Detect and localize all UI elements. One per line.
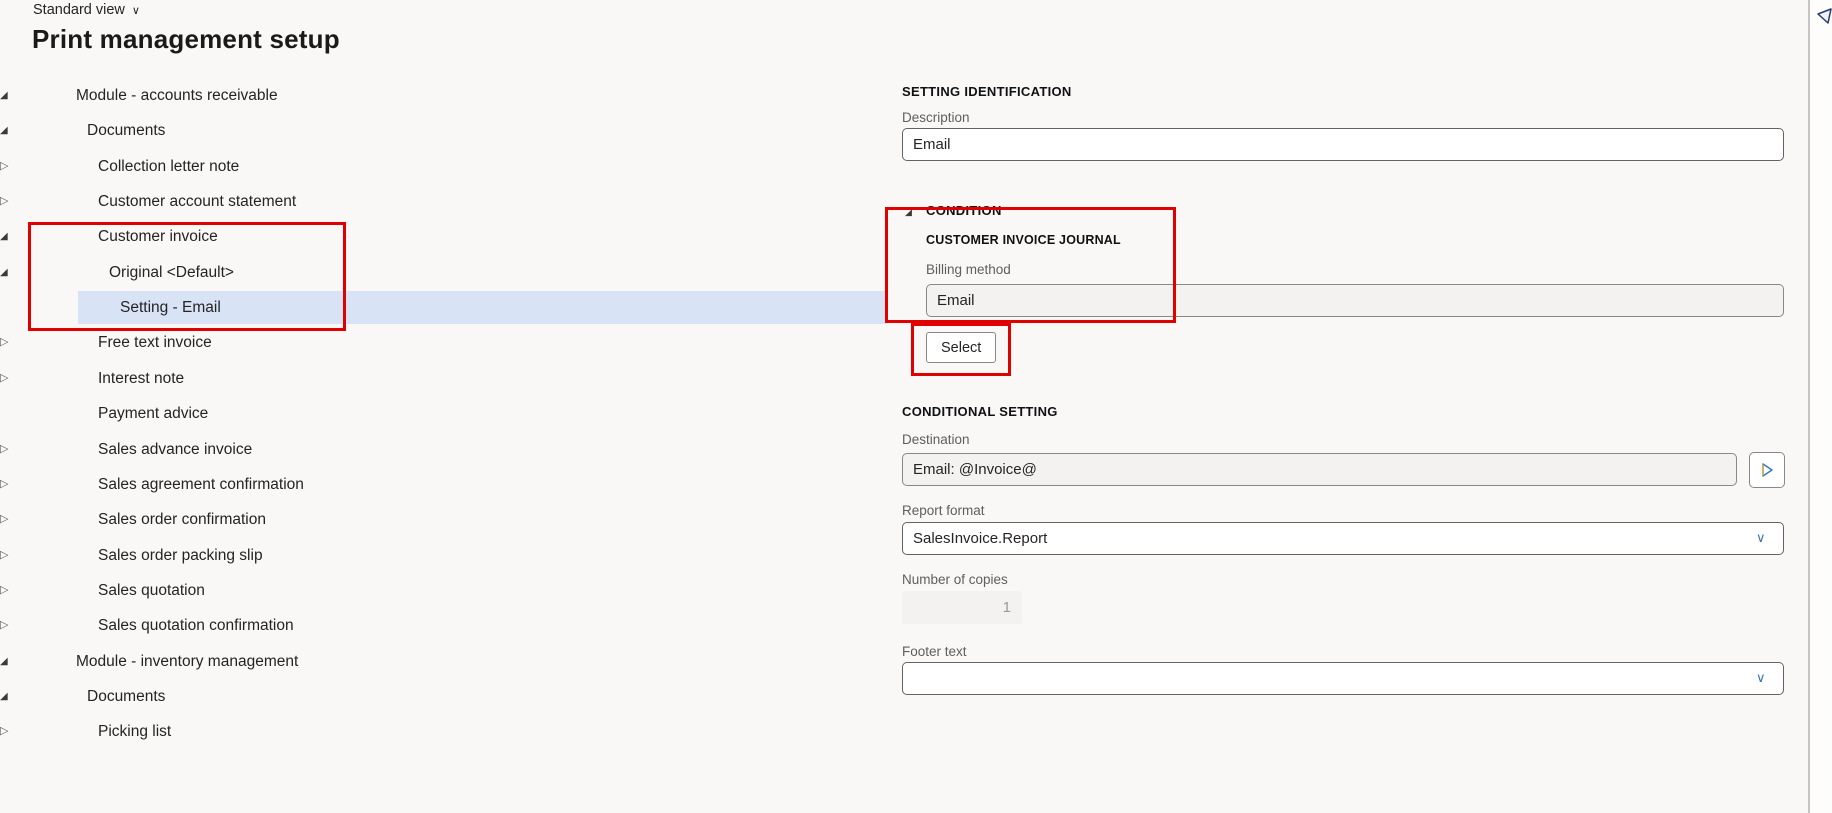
tree-collapsed-icon[interactable]: ▷ <box>0 539 8 572</box>
tree-collapsed-icon[interactable]: ▷ <box>0 609 8 642</box>
tree-item-label: Module - inventory management <box>76 653 299 670</box>
billing-method-input[interactable] <box>926 284 1784 317</box>
billing-method-label: Billing method <box>926 262 1011 277</box>
tree-collapsed-icon[interactable]: ▷ <box>0 326 8 359</box>
tree-collapsed-icon[interactable]: ▷ <box>0 468 8 501</box>
tree-item-sales-quotation-confirmation[interactable]: ▷ Sales quotation confirmation <box>0 609 888 642</box>
destination-settings-button[interactable] <box>1749 452 1785 488</box>
tree-item-module-inventory-management[interactable]: ◢ Module - inventory management <box>0 645 888 678</box>
tree-item-documents[interactable]: ◢ Documents <box>0 114 888 147</box>
destination-label: Destination <box>902 432 970 447</box>
tree-expanded-icon[interactable]: ◢ <box>0 645 8 678</box>
number-of-copies-input[interactable] <box>902 591 1022 624</box>
customer-invoice-journal-header: CUSTOMER INVOICE JOURNAL <box>926 233 1121 247</box>
tree-item-label: Sales quotation confirmation <box>98 617 294 634</box>
tree-collapsed-icon[interactable]: ▷ <box>0 185 8 218</box>
destination-input[interactable] <box>902 453 1737 486</box>
tree-item-label: Customer account statement <box>98 193 297 210</box>
tree-item-label: Documents <box>87 122 166 139</box>
description-input[interactable] <box>902 128 1784 161</box>
tree-item-documents[interactable]: ◢ Documents <box>0 680 888 713</box>
tree-item-label: Sales order confirmation <box>98 511 266 528</box>
tree-item-label: Sales advance invoice <box>98 441 253 458</box>
tree-expanded-icon[interactable]: ◢ <box>0 680 8 713</box>
tree-item-picking-list[interactable]: ▷ Picking list <box>0 715 888 748</box>
tree-collapsed-icon[interactable]: ▷ <box>0 503 8 536</box>
tree-item-label: Setting - Email <box>120 299 221 316</box>
tree-item-label: Module - accounts receivable <box>76 87 278 104</box>
tree-collapsed-icon[interactable]: ▷ <box>0 433 8 466</box>
report-format-label: Report format <box>902 503 985 518</box>
tree-item-label: Customer invoice <box>98 228 218 245</box>
conditional-setting-header: CONDITIONAL SETTING <box>902 404 1058 419</box>
tree-item-label: Sales quotation <box>98 582 205 599</box>
tree-item-payment-advice[interactable]: Payment advice <box>0 397 888 430</box>
tree-item-label: Sales order packing slip <box>98 547 263 564</box>
tree-item-label: Free text invoice <box>98 334 212 351</box>
setting-identification-header: SETTING IDENTIFICATION <box>902 84 1072 99</box>
print-management-setup-page: Standard view ∨ Print management setup ◢ … <box>0 0 1832 813</box>
tree-item-sales-order-packing-slip[interactable]: ▷ Sales order packing slip <box>0 539 888 572</box>
select-button[interactable]: Select <box>926 332 997 363</box>
tree-item-module-accounts-receivable[interactable]: ◢ Module - accounts receivable <box>0 79 888 112</box>
tree-item-label: Original <Default> <box>109 264 234 281</box>
mouse-cursor-icon <box>1817 8 1832 24</box>
tree-item-interest-note[interactable]: ▷ Interest note <box>0 362 888 395</box>
description-label: Description <box>902 110 970 125</box>
tree-item-label: Payment advice <box>98 405 209 422</box>
number-of-copies-label: Number of copies <box>902 572 1008 587</box>
tree-item-label: Interest note <box>98 370 185 387</box>
footer-text-label: Footer text <box>902 644 967 659</box>
right-gutter <box>1810 0 1832 813</box>
tree-item-free-text-invoice[interactable]: ▷ Free text invoice <box>0 326 888 359</box>
print-management-tree: ◢ Module - accounts receivable ◢ Documen… <box>0 0 888 813</box>
tree-collapsed-icon[interactable]: ▷ <box>0 574 8 607</box>
tree-item-collection-letter-note[interactable]: ▷ Collection letter note <box>0 150 888 183</box>
tree-item-label: Collection letter note <box>98 158 240 175</box>
tree-expanded-icon[interactable]: ◢ <box>0 256 8 289</box>
footer-text-combobox[interactable] <box>902 662 1784 695</box>
tree-item-sales-agreement-confirmation[interactable]: ▷ Sales agreement confirmation <box>0 468 888 501</box>
tree-item-customer-account-statement[interactable]: ▷ Customer account statement <box>0 185 888 218</box>
condition-header[interactable]: CONDITION <box>926 203 1002 218</box>
tree-item-label: Documents <box>87 688 166 705</box>
tree-item-label: Picking list <box>98 723 172 740</box>
tree-expanded-icon[interactable]: ◢ <box>0 79 8 112</box>
tree-expanded-icon[interactable]: ◢ <box>0 114 8 147</box>
tree-expanded-icon[interactable]: ◢ <box>0 220 8 253</box>
tree-collapsed-icon[interactable]: ▷ <box>0 150 8 183</box>
tree-collapsed-icon[interactable]: ▷ <box>0 362 8 395</box>
tree-item-sales-order-confirmation[interactable]: ▷ Sales order confirmation <box>0 503 888 536</box>
tree-item-original-default[interactable]: ◢ Original <Default> <box>0 256 888 289</box>
tree-item-label: Sales agreement confirmation <box>98 476 304 493</box>
play-icon <box>1762 463 1773 477</box>
tree-item-customer-invoice[interactable]: ◢ Customer invoice <box>0 220 888 253</box>
tree-item-sales-quotation[interactable]: ▷ Sales quotation <box>0 574 888 607</box>
tree-item-sales-advance-invoice[interactable]: ▷ Sales advance invoice <box>0 433 888 466</box>
report-format-combobox[interactable] <box>902 522 1784 555</box>
condition-collapse-icon[interactable]: ◢ <box>905 207 912 218</box>
tree-item-setting-email[interactable]: Setting - Email <box>0 291 888 324</box>
tree-collapsed-icon[interactable]: ▷ <box>0 715 8 748</box>
